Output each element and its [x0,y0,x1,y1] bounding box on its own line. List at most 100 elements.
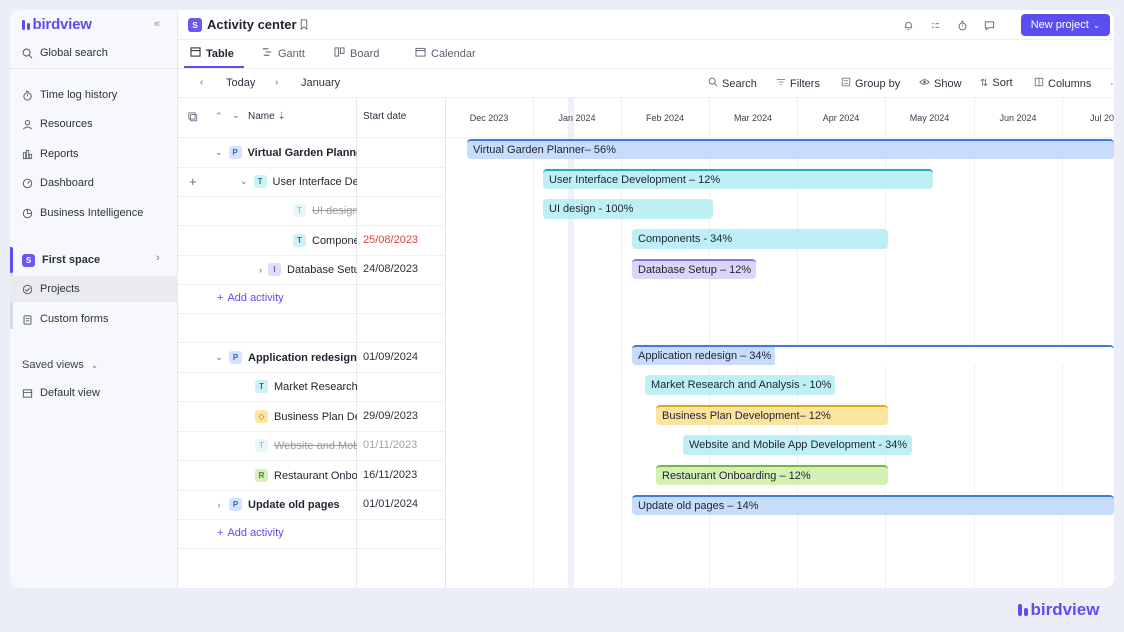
eye-icon [919,77,930,90]
toolbar: ‹ Today › January Search Filters Group b… [178,69,1114,98]
group-by-button[interactable]: Group by [841,77,900,90]
bell-icon[interactable] [899,16,917,34]
sidebar-item-reports[interactable]: Reports [22,145,79,163]
first-space-label-group: S First space [22,251,100,269]
add-activity-row: + Add activity [178,284,446,314]
timer-icon[interactable] [953,16,971,34]
gantt-bar[interactable]: Website and Mobile App Development - 34% [683,435,912,455]
bookmark-icon[interactable] [299,19,309,33]
sort-icon: ⇣ [277,111,286,122]
search-button[interactable]: Search [708,77,757,90]
columns-icon [1034,77,1044,90]
sidebar-item-first-space[interactable]: S First space › [10,247,178,273]
task-type-badge: T [293,234,306,247]
gantt-bar[interactable]: Restaurant Onboarding – 12% [656,465,888,485]
row-name: Website and Mobile App Development [274,439,357,452]
gantt-bar[interactable]: Update old pages – 14% [632,495,1114,515]
month-picker[interactable]: January [301,77,340,89]
brand-logo[interactable]: birdview [22,16,92,33]
gantt-bar[interactable]: Components - 34% [632,229,888,249]
sidebar: birdview « Global search Time log histor… [10,10,178,588]
tab-calendar[interactable]: Calendar [415,47,476,60]
more-options-icon[interactable]: ⋯ [1110,77,1114,90]
chevron-right-icon[interactable]: › [215,500,223,510]
chevron-down-icon[interactable]: ⌄ [215,352,223,363]
expand-all-icon[interactable]: ⌃ [215,111,223,122]
collapse-sidebar-icon[interactable]: « [154,18,160,30]
saved-views-toggle[interactable]: Saved views ⌄ [22,356,98,374]
new-project-button[interactable]: New project ⌄ [1021,14,1110,36]
start-date-column-header[interactable]: Start date [363,111,406,122]
task-type-badge: T [253,175,267,188]
table-icon [190,47,201,60]
app-window: birdview « Global search Time log histor… [10,10,1114,588]
chevron-left-icon: ‹ [200,77,204,88]
chevron-down-icon[interactable]: ⌄ [215,147,223,158]
table-row[interactable]: ⌄ P Application redesign 01/09/2024 [178,343,446,373]
table-row[interactable]: ⌄ P Virtual Garden Planner [178,138,446,168]
tab-table[interactable]: Table [190,47,234,60]
filters-button[interactable]: Filters [776,77,820,90]
table-row[interactable]: T Website and Mobile App Development 01/… [178,431,446,461]
row-name: Market Research and Analysis [274,380,357,393]
table-row[interactable]: + ⌄ T User Interface Development [178,167,446,197]
gantt-bar[interactable]: Business Plan Development– 12% [656,405,888,425]
gantt-bar[interactable]: UI design - 100% [543,199,713,219]
reports-icon [22,149,33,160]
sort-button[interactable]: ⇅ Sort [980,77,1013,89]
show-button[interactable]: Show [919,77,962,90]
calendar-icon [415,47,426,60]
gantt-header: Dec 2023 Jan 2024 Feb 2024 Mar 2024 Apr … [445,98,1114,138]
sidebar-item-resources[interactable]: Resources [22,115,93,133]
sidebar-item-time-log[interactable]: Time log history [22,86,117,104]
prev-period-button[interactable]: ‹ [200,77,203,88]
sidebar-item-projects[interactable]: Projects [10,276,178,302]
copy-icon[interactable] [188,112,198,125]
group-icon [841,77,851,90]
saved-view-default[interactable]: Default view [22,384,100,402]
sidebar-item-dashboard[interactable]: Dashboard [22,174,94,192]
tab-gantt[interactable]: Gantt [262,47,305,60]
sidebar-divider [10,68,178,69]
sidebar-item-business-intelligence[interactable]: Business Intelligence [22,204,143,222]
start-date: 29/09/2023 [363,410,419,422]
collapse-all-icon[interactable]: ⌄ [232,110,240,121]
space-badge: S [22,253,35,267]
gantt-bar[interactable]: Virtual Garden Planner– 56% [467,139,1114,159]
columns-button[interactable]: Columns [1034,77,1091,90]
table-row[interactable]: T Components 25/08/2023 [178,226,446,256]
birdview-logo-icon [1018,604,1028,616]
filter-icon [776,77,786,90]
row-name: Application redesign [248,351,357,364]
chat-icon[interactable] [980,16,998,34]
gantt-bar[interactable]: Database Setup – 12% [632,259,756,279]
checklist-icon[interactable] [926,16,944,34]
table-row[interactable]: R Restaurant Onboarding 16/11/2023 [178,461,446,491]
add-subtask-icon[interactable]: + [189,174,197,189]
sidebar-item-custom-forms[interactable]: Custom forms [22,310,108,328]
today-button[interactable]: Today [226,77,255,89]
next-period-button[interactable]: › [275,77,278,88]
table-row[interactable]: ◇ Business Plan Development 29/09/2023 [178,402,446,432]
projects-label-group: Projects [22,280,80,298]
chevron-right-icon[interactable]: › [259,265,262,275]
add-activity-button[interactable]: + Add activity [217,292,284,304]
month-label: Dec 2023 [469,113,509,123]
table-row[interactable]: › P Update old pages 01/01/2024 [178,490,446,520]
issue-type-badge: I [268,263,281,276]
global-search[interactable]: Global search [22,44,108,62]
gantt-bar[interactable]: Market Research and Analysis - 10% [645,375,835,395]
chevron-down-icon[interactable]: ⌄ [240,176,248,187]
gantt-bar[interactable]: Application redesign – 34% [632,345,1114,365]
pie-chart-icon [22,208,33,219]
add-activity-button[interactable]: + Add activity [217,527,284,539]
table-row[interactable]: › I Database Setup 24/08/2023 [178,255,446,285]
chevron-right-icon[interactable]: › [156,252,160,264]
tab-board[interactable]: Board [334,47,379,60]
gantt-bar[interactable]: User Interface Development – 12% [543,169,933,189]
table-row[interactable]: T Market Research and Analysis [178,372,446,402]
stopwatch-icon [22,90,33,101]
row-name: Components [312,234,357,247]
name-column-header[interactable]: Name ⇣ [248,111,286,122]
table-row[interactable]: T UI design [178,196,446,226]
